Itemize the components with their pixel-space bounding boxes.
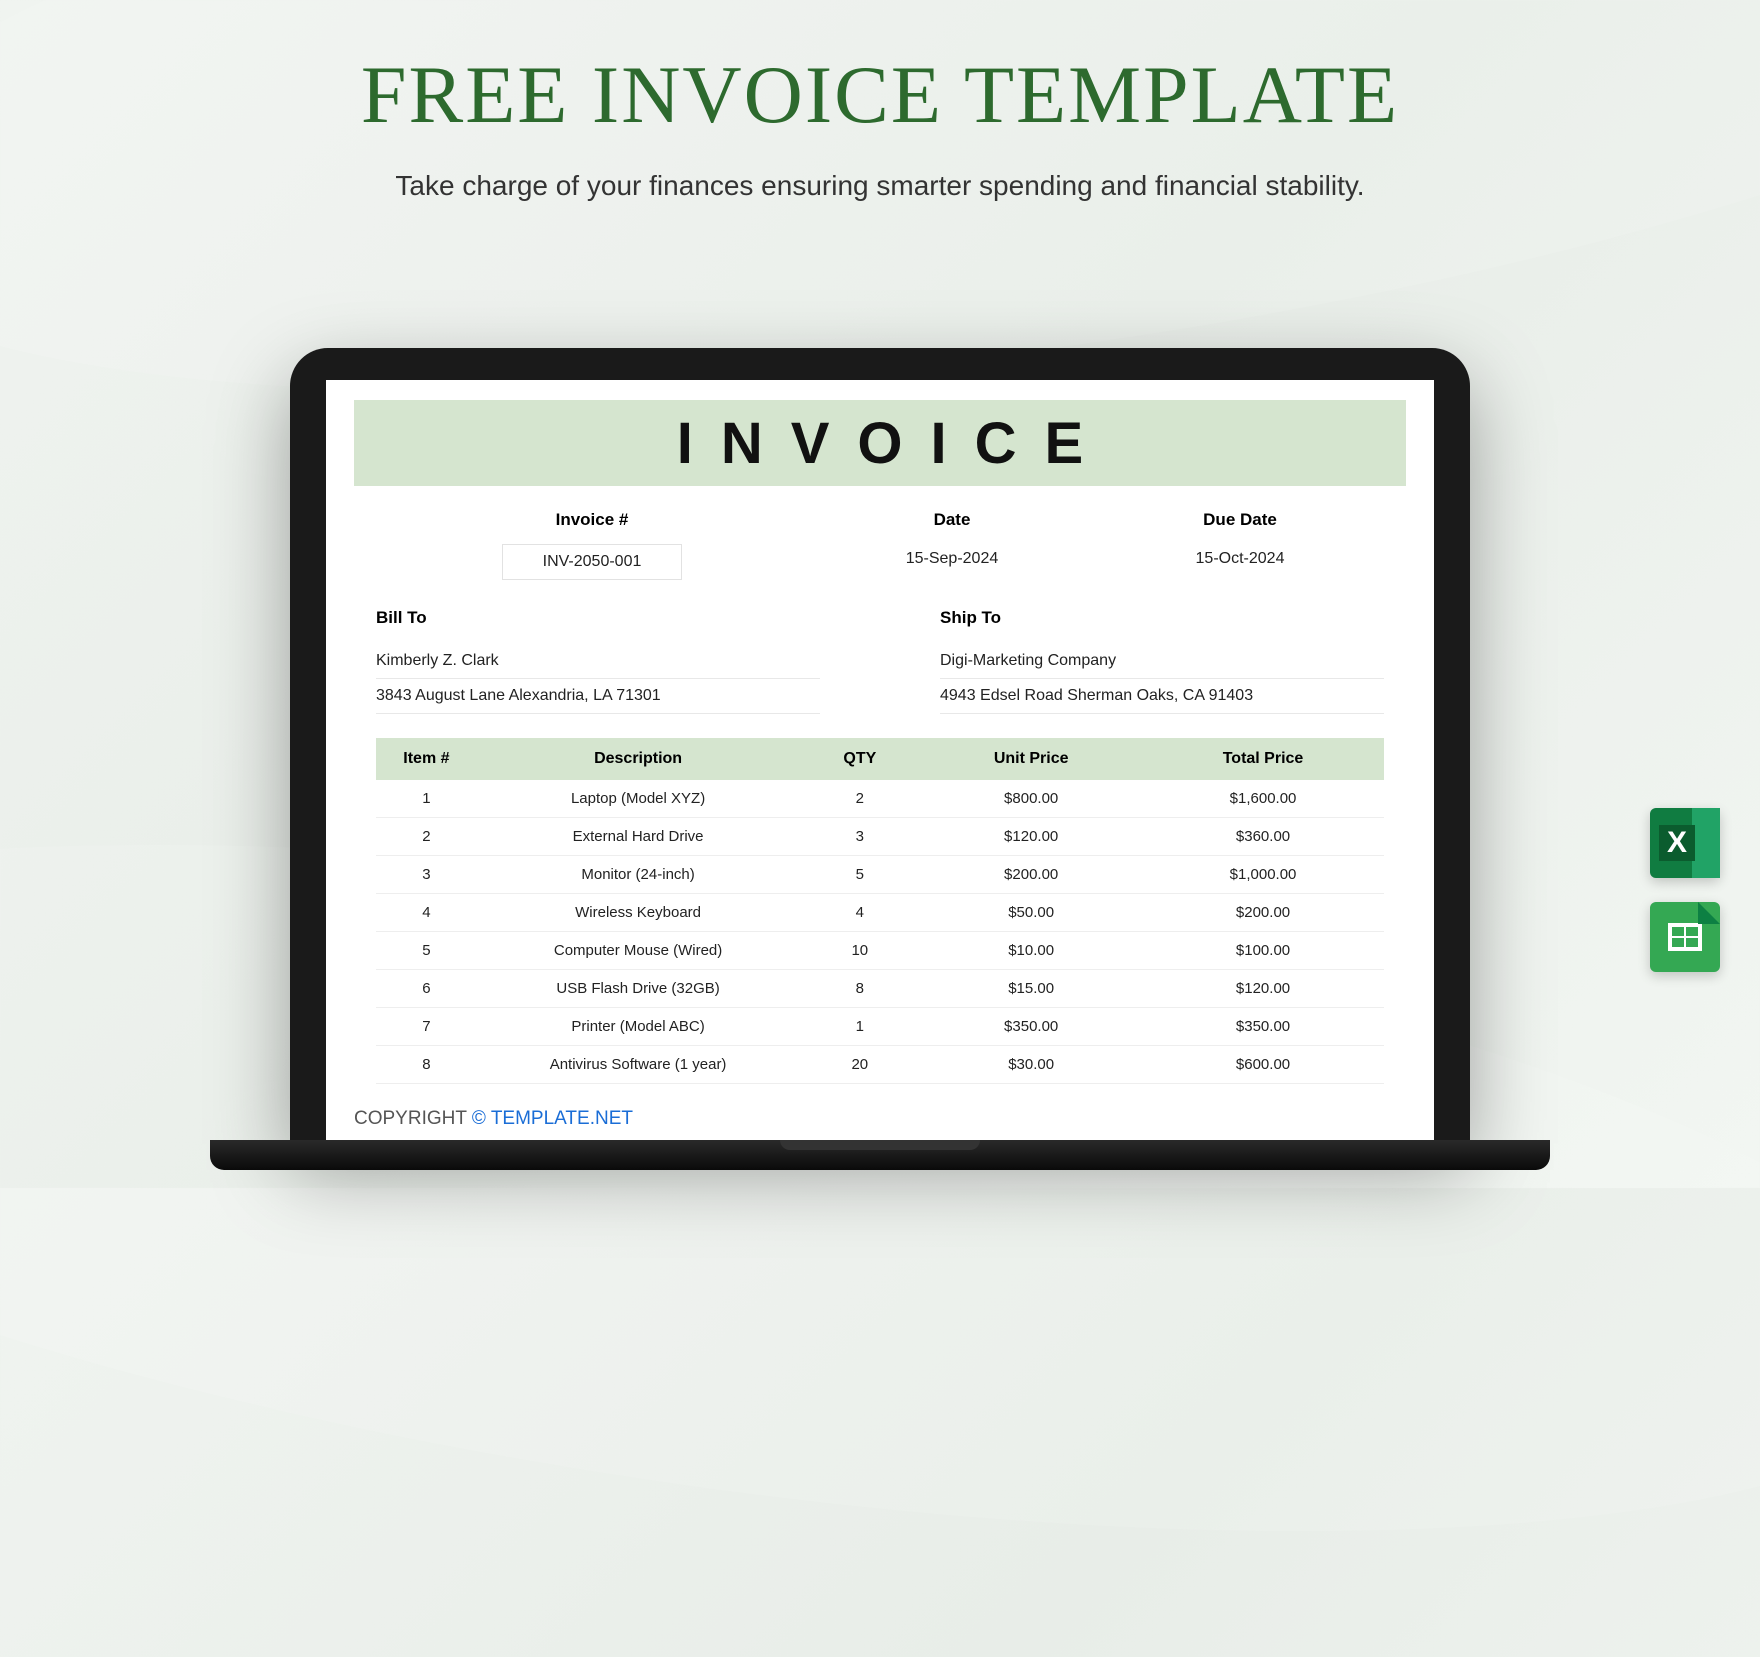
table-row: 6USB Flash Drive (32GB)8$15.00$120.00 — [376, 970, 1384, 1008]
ship-to-label: Ship To — [940, 608, 1384, 628]
due-date-col: Due Date 15-Oct-2024 — [1096, 510, 1384, 580]
cell-total: $1,000.00 — [1142, 856, 1384, 894]
cell-qty: 3 — [799, 818, 920, 856]
date-col: Date 15-Sep-2024 — [808, 510, 1096, 580]
cell-qty: 2 — [799, 780, 920, 818]
google-sheets-icon[interactable] — [1650, 902, 1720, 972]
cell-desc: USB Flash Drive (32GB) — [477, 970, 800, 1008]
table-row: 3Monitor (24-inch)5$200.00$1,000.00 — [376, 856, 1384, 894]
invoice-header-text: INVOICE — [649, 410, 1112, 477]
cell-total: $100.00 — [1142, 932, 1384, 970]
cell-unit: $50.00 — [920, 894, 1142, 932]
cell-n: 8 — [376, 1046, 477, 1084]
parties-row: Bill To Kimberly Z. Clark 3843 August La… — [376, 608, 1384, 714]
date-label: Date — [808, 510, 1096, 530]
cell-unit: $200.00 — [920, 856, 1142, 894]
bill-to-name: Kimberly Z. Clark — [376, 644, 820, 679]
cell-unit: $15.00 — [920, 970, 1142, 1008]
laptop-frame: INVOICE Invoice # INV-2050-001 Date 15-S… — [290, 348, 1470, 1140]
cell-desc: External Hard Drive — [477, 818, 800, 856]
bill-to-block: Bill To Kimberly Z. Clark 3843 August La… — [376, 608, 820, 714]
cell-total: $600.00 — [1142, 1046, 1384, 1084]
table-row: 2External Hard Drive3$120.00$360.00 — [376, 818, 1384, 856]
invoice-number-col: Invoice # INV-2050-001 — [376, 510, 808, 580]
copyright: COPYRIGHT © TEMPLATE.NET — [354, 1108, 633, 1130]
cell-unit: $800.00 — [920, 780, 1142, 818]
page-title: FREE INVOICE TEMPLATE — [0, 48, 1760, 142]
table-row: 1Laptop (Model XYZ)2$800.00$1,600.00 — [376, 780, 1384, 818]
date-value: 15-Sep-2024 — [808, 544, 1096, 574]
cell-desc: Monitor (24-inch) — [477, 856, 800, 894]
col-total: Total Price — [1142, 738, 1384, 780]
col-item: Item # — [376, 738, 477, 780]
cell-n: 4 — [376, 894, 477, 932]
invoice-number-value: INV-2050-001 — [502, 544, 683, 580]
cell-total: $1,600.00 — [1142, 780, 1384, 818]
copyright-link[interactable]: © TEMPLATE.NET — [472, 1108, 633, 1129]
ship-to-name: Digi-Marketing Company — [940, 644, 1384, 679]
cell-n: 1 — [376, 780, 477, 818]
ship-to-block: Ship To Digi-Marketing Company 4943 Edse… — [940, 608, 1384, 714]
cell-desc: Wireless Keyboard — [477, 894, 800, 932]
cell-n: 7 — [376, 1008, 477, 1046]
due-date-value: 15-Oct-2024 — [1096, 544, 1384, 574]
ship-to-address: 4943 Edsel Road Sherman Oaks, CA 91403 — [940, 679, 1384, 714]
copyright-prefix: COPYRIGHT — [354, 1108, 472, 1129]
laptop-screen: INVOICE Invoice # INV-2050-001 Date 15-S… — [326, 380, 1434, 1140]
cell-unit: $350.00 — [920, 1008, 1142, 1046]
cell-unit: $30.00 — [920, 1046, 1142, 1084]
subtitle: Take charge of your finances ensuring sm… — [0, 170, 1760, 202]
cell-total: $350.00 — [1142, 1008, 1384, 1046]
invoice-number-label: Invoice # — [376, 510, 808, 530]
cell-total: $360.00 — [1142, 818, 1384, 856]
col-unit: Unit Price — [920, 738, 1142, 780]
cell-n: 6 — [376, 970, 477, 1008]
items-table: Item # Description QTY Unit Price Total … — [376, 738, 1384, 1084]
excel-x-glyph: X — [1659, 825, 1695, 861]
laptop-mockup: INVOICE Invoice # INV-2050-001 Date 15-S… — [290, 348, 1470, 1170]
cell-qty: 10 — [799, 932, 920, 970]
table-row: 8Antivirus Software (1 year)20$30.00$600… — [376, 1046, 1384, 1084]
cell-total: $120.00 — [1142, 970, 1384, 1008]
invoice-header-banner: INVOICE — [354, 400, 1406, 486]
table-row: 5Computer Mouse (Wired)10$10.00$100.00 — [376, 932, 1384, 970]
side-icons: X — [1650, 808, 1720, 972]
cell-unit: $10.00 — [920, 932, 1142, 970]
cell-qty: 8 — [799, 970, 920, 1008]
cell-desc: Printer (Model ABC) — [477, 1008, 800, 1046]
table-row: 4Wireless Keyboard4$50.00$200.00 — [376, 894, 1384, 932]
due-date-label: Due Date — [1096, 510, 1384, 530]
cell-qty: 20 — [799, 1046, 920, 1084]
cell-desc: Computer Mouse (Wired) — [477, 932, 800, 970]
cell-n: 5 — [376, 932, 477, 970]
cell-total: $200.00 — [1142, 894, 1384, 932]
invoice-meta-row: Invoice # INV-2050-001 Date 15-Sep-2024 … — [376, 510, 1384, 580]
bill-to-address: 3843 August Lane Alexandria, LA 71301 — [376, 679, 820, 714]
cell-n: 3 — [376, 856, 477, 894]
table-row: 7Printer (Model ABC)1$350.00$350.00 — [376, 1008, 1384, 1046]
col-qty: QTY — [799, 738, 920, 780]
cell-unit: $120.00 — [920, 818, 1142, 856]
table-header-row: Item # Description QTY Unit Price Total … — [376, 738, 1384, 780]
excel-icon[interactable]: X — [1650, 808, 1720, 878]
cell-qty: 5 — [799, 856, 920, 894]
cell-qty: 1 — [799, 1008, 920, 1046]
cell-n: 2 — [376, 818, 477, 856]
cell-desc: Laptop (Model XYZ) — [477, 780, 800, 818]
cell-desc: Antivirus Software (1 year) — [477, 1046, 800, 1084]
col-desc: Description — [477, 738, 800, 780]
sheets-grid-glyph — [1668, 923, 1702, 951]
cell-qty: 4 — [799, 894, 920, 932]
laptop-base — [210, 1140, 1550, 1170]
bill-to-label: Bill To — [376, 608, 820, 628]
